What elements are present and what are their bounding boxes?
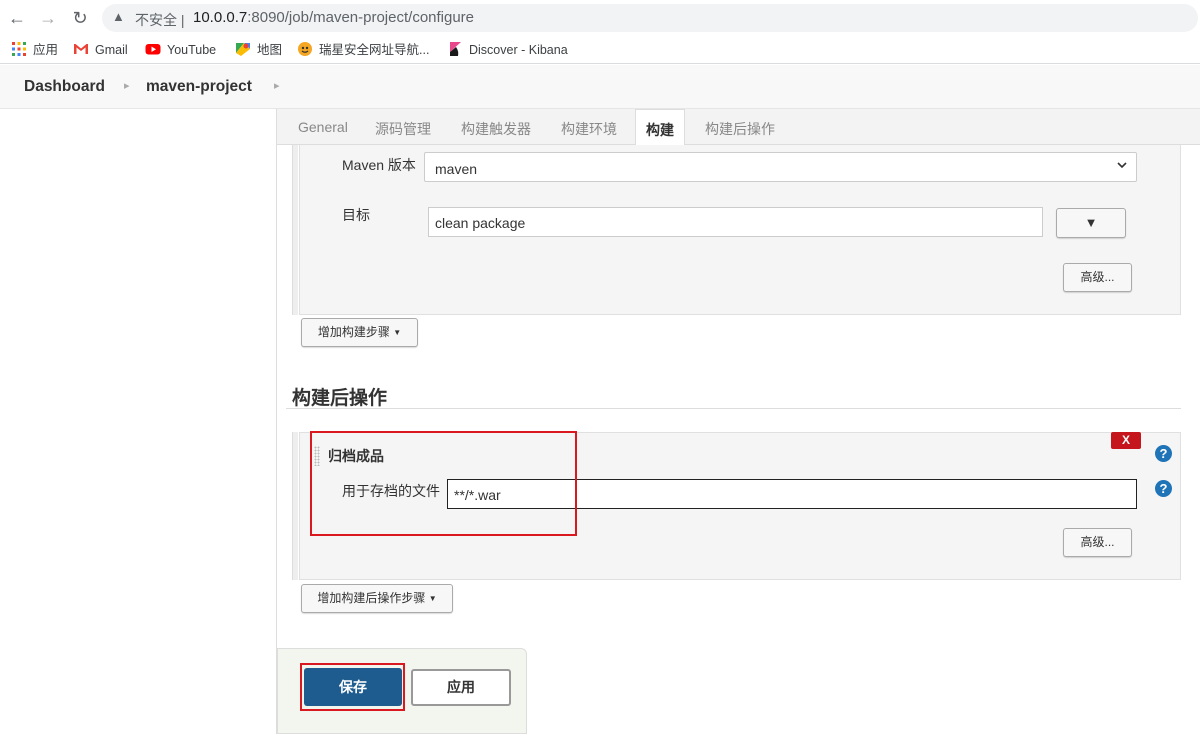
- tab-environment[interactable]: 构建环境: [561, 119, 617, 139]
- breadcrumb: Dashboard ▸ maven-project ▸: [0, 65, 1200, 109]
- maven-version-select[interactable]: maven: [424, 152, 1137, 182]
- bookmark-rising[interactable]: 瑞星安全网址导航...: [297, 41, 429, 59]
- bookmark-kibana[interactable]: Discover - Kibana: [447, 41, 568, 59]
- bookmark-apps[interactable]: 应用: [11, 41, 58, 59]
- url-text[interactable]: 10.0.0.7:8090/job/maven-project/configur…: [193, 9, 474, 26]
- tab-build[interactable]: 构建: [635, 109, 685, 146]
- tab-general[interactable]: General: [298, 119, 348, 135]
- post-build-advanced-button[interactable]: 高级...: [1063, 528, 1132, 557]
- kibana-icon: [447, 41, 463, 57]
- panel-divider: [276, 109, 277, 734]
- tab-post-build[interactable]: 构建后操作: [705, 119, 775, 139]
- chevron-down-icon: [1116, 159, 1128, 174]
- insecure-label: 不安全 |: [135, 12, 185, 28]
- youtube-icon: [145, 41, 161, 57]
- chevron-right-icon[interactable]: ▸: [124, 79, 130, 92]
- caret-down-icon: ▼: [428, 594, 437, 603]
- reload-icon[interactable]: ↻: [69, 7, 91, 29]
- maven-version-label: Maven 版本: [342, 157, 416, 173]
- breadcrumb-project[interactable]: maven-project: [146, 78, 252, 96]
- breadcrumb-dashboard[interactable]: Dashboard: [24, 78, 105, 96]
- goals-expand-button[interactable]: ▼: [1056, 208, 1126, 238]
- save-button[interactable]: 保存: [304, 668, 402, 706]
- address-bar[interactable]: ▲ 不安全 | 10.0.0.7:8090/job/maven-project/…: [102, 4, 1198, 32]
- rising-icon: [297, 41, 313, 57]
- help-icon[interactable]: ?: [1155, 480, 1172, 497]
- tab-scm[interactable]: 源码管理: [375, 119, 431, 139]
- maps-icon: [235, 41, 251, 57]
- add-build-step-button[interactable]: 增加构建步骤 ▼: [301, 318, 418, 347]
- apps-grid-icon: [11, 41, 27, 57]
- browser-toolbar: ← → ↻ ▲ 不安全 | 10.0.0.7:8090/job/maven-pr…: [0, 0, 1200, 36]
- post-build-section-title: 构建后操作: [292, 388, 388, 409]
- bookmark-maps[interactable]: 地图: [235, 41, 282, 59]
- caret-down-icon: ▼: [393, 328, 402, 337]
- highlight-box: [310, 431, 577, 536]
- goals-input[interactable]: clean package: [428, 207, 1043, 237]
- post-build-rail: [292, 432, 298, 580]
- chevron-right-icon[interactable]: ▸: [274, 79, 280, 92]
- add-post-build-step-button[interactable]: 增加构建后操作步骤 ▼: [301, 584, 453, 613]
- goals-label: 目标: [342, 207, 370, 223]
- gmail-icon: [73, 41, 89, 57]
- help-icon[interactable]: ?: [1155, 445, 1172, 462]
- bookmark-gmail[interactable]: Gmail: [73, 41, 128, 59]
- bookmark-youtube[interactable]: YouTube: [145, 41, 216, 59]
- forward-arrow-icon[interactable]: →: [37, 7, 59, 29]
- bookmarks-bar: 应用 Gmail YouTube 地图 瑞星安全网址导航... Discover…: [0, 36, 1200, 64]
- tab-triggers[interactable]: 构建触发器: [461, 119, 531, 139]
- warning-icon: ▲: [112, 9, 125, 24]
- section-divider: [286, 408, 1181, 409]
- build-step-rail: [292, 145, 298, 315]
- apply-button[interactable]: 应用: [411, 669, 511, 706]
- triangle-down-icon: ▼: [1084, 215, 1098, 230]
- build-advanced-button[interactable]: 高级...: [1063, 263, 1132, 292]
- back-arrow-icon[interactable]: ←: [6, 7, 28, 29]
- delete-step-button[interactable]: X: [1111, 432, 1141, 449]
- config-tabs: General 源码管理 构建触发器 构建环境 构建 构建后操作: [277, 109, 1200, 146]
